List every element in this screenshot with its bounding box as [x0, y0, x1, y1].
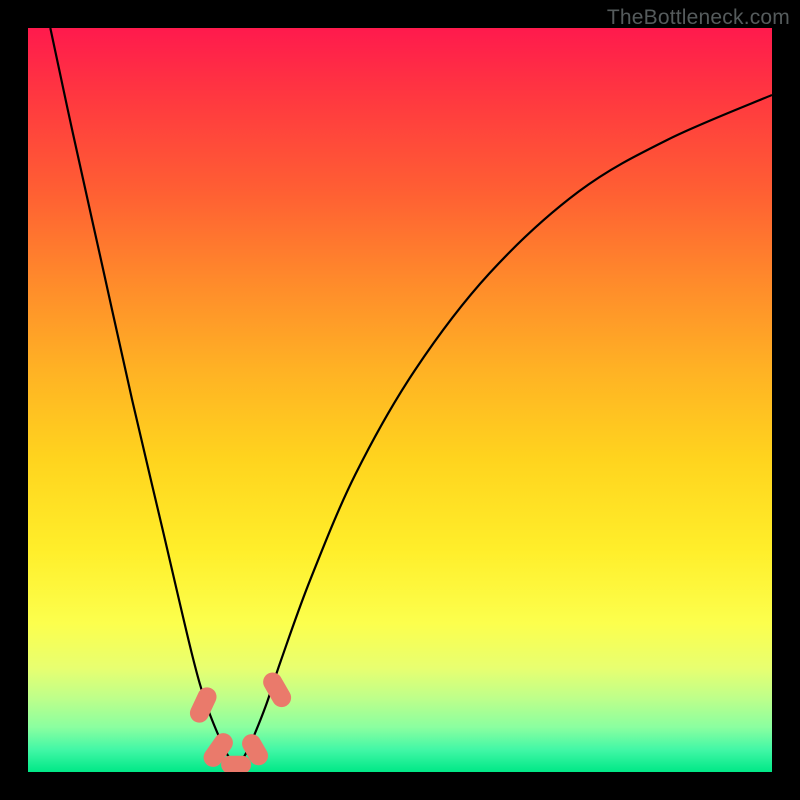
curve-marker — [187, 684, 220, 726]
marker-layer — [28, 28, 772, 772]
curve-marker — [260, 669, 295, 711]
watermark-text: TheBottleneck.com — [607, 6, 790, 30]
chart-frame: TheBottleneck.com — [0, 0, 800, 800]
plot-area — [28, 28, 772, 772]
curve-marker — [221, 755, 251, 772]
